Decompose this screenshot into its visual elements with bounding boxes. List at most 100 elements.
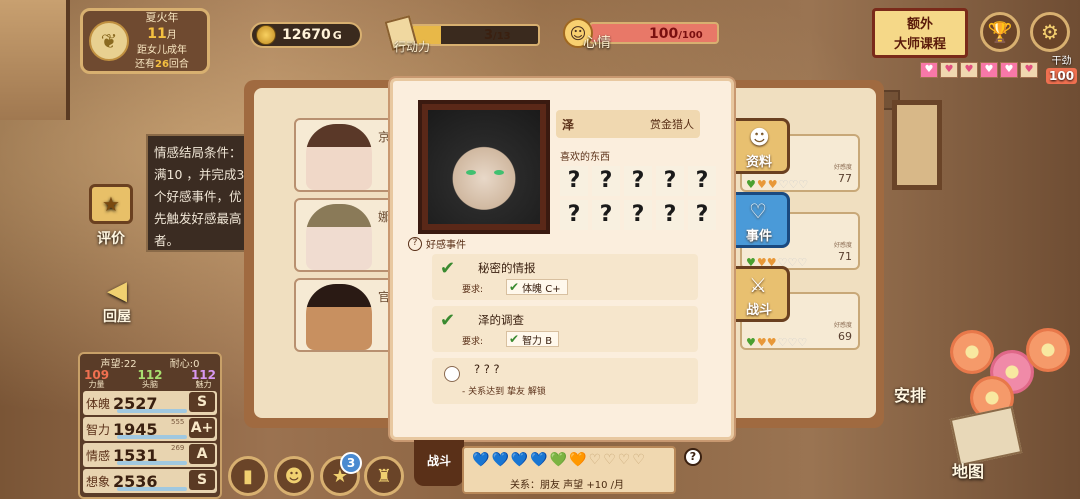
checkmark-icon: ✔: [440, 258, 456, 279]
stat-bar: [117, 435, 187, 439]
character-card[interactable]: 官: [294, 278, 394, 352]
gold-counter: 12670 G: [250, 22, 362, 48]
face-icon: ☻: [749, 125, 770, 149]
gear-icon: ⚙: [1041, 20, 1059, 44]
event-req-label: 要求:: [462, 337, 484, 347]
mood-current: 100: [649, 26, 679, 42]
locked-event-item[interactable]: ? ? ? - 关系达到 挚友 解锁: [432, 358, 698, 404]
stat-row: 想象 2536 S: [83, 469, 217, 493]
stat-grade: A: [189, 444, 215, 464]
unknown-like: ?: [624, 166, 652, 196]
check-icon: ✔: [509, 280, 520, 294]
unknown-like: ?: [688, 200, 716, 230]
flower: [950, 330, 994, 374]
heart-icon: 💙: [472, 452, 490, 468]
countdown-mid: 还有: [135, 58, 155, 70]
affection-value: 77: [838, 172, 852, 185]
heart-icon: ♡: [603, 452, 616, 468]
stats-panel: 声望:22 耐心:0 109 力量 112 头脑 112 魅力 体魄 2527 S 智…: [78, 352, 222, 499]
settings-button[interactable]: ⚙: [1030, 12, 1070, 52]
tab-battle[interactable]: ⚔ 战斗: [728, 266, 790, 322]
character-name: 泽: [562, 117, 575, 132]
relationship-text: 关系：朋友 声望 +10 /月: [510, 480, 625, 491]
unknown-like: ?: [592, 200, 620, 230]
mood-value: 100/100: [649, 26, 703, 42]
stat-name: 情感: [85, 448, 110, 463]
window-frame: [0, 0, 70, 120]
affection-hearts: ♥♥♥♡♡♡: [746, 336, 808, 349]
unknown-like: ?: [656, 166, 684, 196]
unknown-like: ?: [688, 166, 716, 196]
month-number: 11: [147, 26, 167, 43]
master-course-button[interactable]: 额外 大师课程: [872, 8, 968, 58]
action-current: 3: [484, 28, 494, 43]
character-card[interactable]: 京: [294, 118, 394, 192]
heart-icon: 💙: [510, 452, 529, 468]
event-title: 秘密的情报: [478, 261, 536, 275]
ending-condition-tooltip: 情感结局条件：满10 ，并完成3个好感事件，优先触发好感最高者。: [146, 134, 256, 252]
tab-profile[interactable]: ☻ 资料: [728, 118, 790, 174]
bag-button[interactable]: ♜: [364, 456, 404, 496]
unknown-like: ?: [560, 200, 588, 230]
resource-strength: 109 力量: [84, 368, 110, 389]
heart-icon: ♡: [632, 452, 645, 468]
heart-icon: ♡: [749, 199, 767, 223]
season-emblem-icon: ❦: [89, 21, 129, 61]
map-button[interactable]: 地图: [946, 405, 1026, 488]
motivation-meter: 干劲 100: [1046, 52, 1078, 84]
map-label: 地图: [952, 462, 985, 481]
character-name-bar: 泽 赏金猎人: [556, 110, 700, 138]
coin-icon: [256, 25, 276, 45]
evaluate-label: 评价: [97, 231, 125, 247]
character-name: 京: [378, 130, 391, 144]
character-portrait: [306, 204, 372, 270]
season-label: 夏火年: [145, 10, 179, 24]
stat-name: 智力: [85, 422, 110, 437]
chart-button[interactable]: ▮: [228, 456, 268, 496]
help-icon[interactable]: ?: [408, 236, 422, 251]
event-req-text: 智力 B: [522, 335, 553, 347]
heart-icon: 🧡: [569, 452, 587, 468]
character-card[interactable]: 娜: [294, 198, 394, 272]
flower: [1026, 328, 1070, 372]
countdown-turns: 26: [155, 58, 169, 70]
crossed-swords-icon: ⚔: [749, 273, 767, 297]
star-icon: ★: [89, 184, 133, 224]
heart-icon: ♡: [588, 452, 602, 468]
trophy-button[interactable]: 🏆: [980, 12, 1020, 52]
heart-icon: 💙: [491, 452, 509, 468]
stat-name: 体魄: [85, 396, 110, 411]
mind-label: 头脑: [142, 380, 158, 389]
event-requirement: ✔ 智力 B: [506, 331, 560, 347]
heart-slot: ♥: [980, 62, 998, 78]
mood-label: 心情: [583, 35, 611, 51]
stat-bar: [117, 409, 187, 413]
action-points: 3/13 行动力: [384, 15, 548, 54]
battle-bookmark[interactable]: 战斗: [414, 440, 464, 486]
check-icon: ✔: [509, 332, 520, 346]
event-requirement: ✔ 体魄 C+: [506, 279, 568, 295]
tooltip-text: 情感结局条件：满10 ，并完成3个好感事件，优先触发好感最高者。: [154, 145, 245, 248]
character-button[interactable]: ☻: [274, 456, 314, 496]
daughter-hearts: ♥ ♥ ♥ ♥ ♥ ♥: [920, 62, 1038, 78]
countdown-suffix: 回合: [168, 58, 189, 70]
tab-events[interactable]: ♡ 事件: [728, 192, 790, 248]
battle-bookmark-label: 战斗: [426, 454, 451, 468]
wall-picture: [892, 100, 942, 190]
stat-row: 情感 1531 269 A: [83, 443, 217, 467]
stat-bar: [117, 461, 187, 465]
stat-bar: [117, 487, 187, 491]
arrow-left-icon: ◀: [107, 276, 127, 306]
event-item[interactable]: ✔ 泽的调查 要求: ✔ 智力 B: [432, 306, 698, 352]
event-item[interactable]: ✔ 秘密的情报 要求: ✔ 体魄 C+: [432, 254, 698, 300]
heart-slot: ♥: [920, 62, 938, 78]
event-title: 泽的调查: [478, 313, 524, 327]
back-home-button[interactable]: ◀ 回屋: [94, 276, 140, 326]
evaluate-button[interactable]: ★ 评价: [84, 184, 138, 248]
tab-battle-label: 战斗: [745, 303, 772, 318]
relationship-help-icon[interactable]: ?: [684, 448, 702, 466]
mind-value: 112: [137, 368, 163, 382]
arrange-button[interactable]: 安排: [894, 382, 926, 406]
affection-sub: 好感度: [833, 164, 852, 171]
strength-value: 109: [84, 368, 110, 382]
